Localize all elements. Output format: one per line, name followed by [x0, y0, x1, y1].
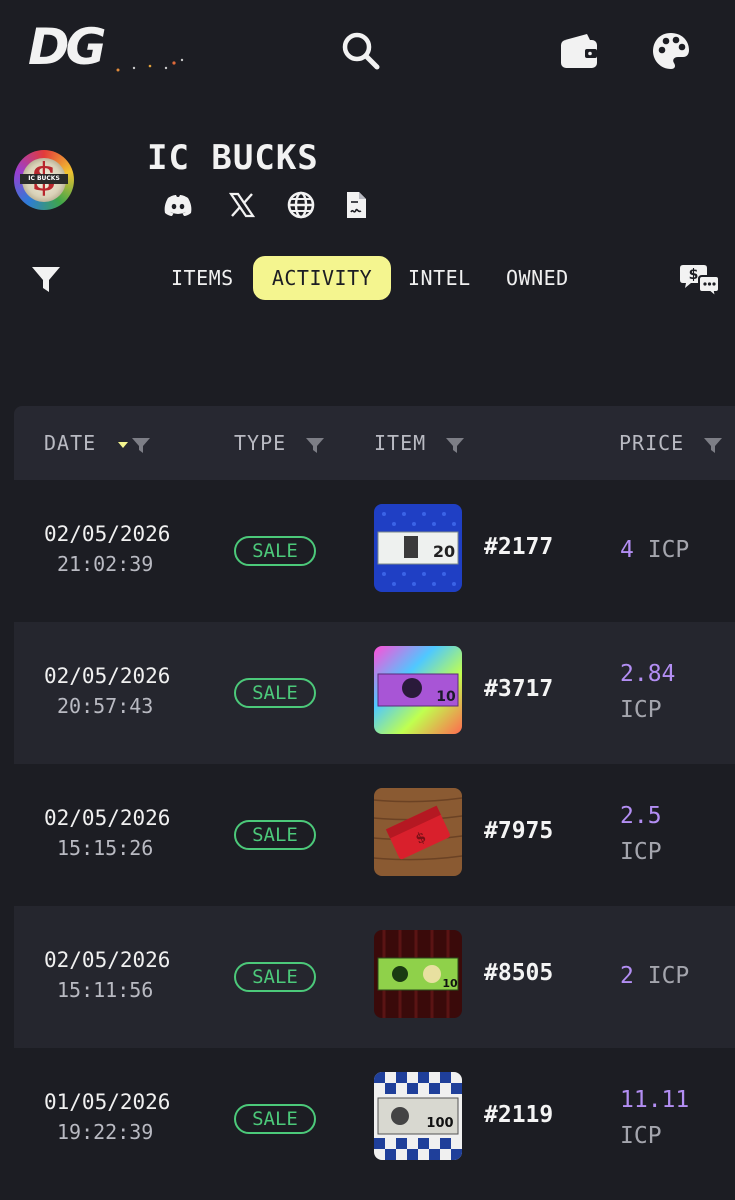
activity-table-header: DATE TYPE ITEM PRICE	[14, 406, 735, 480]
svg-text:10: 10	[442, 977, 458, 990]
row-time: 15:11:56	[57, 978, 154, 1002]
item-id-link[interactable]: #7975	[484, 818, 553, 844]
row-time: 20:57:43	[57, 694, 154, 718]
row-date: 01/05/2026	[44, 1090, 171, 1114]
discord-icon[interactable]	[163, 190, 193, 220]
tab-owned[interactable]: OWNED	[490, 256, 585, 300]
price-unit: ICP	[647, 963, 690, 989]
table-row[interactable]: 02/05/2026 21:02:39 SALE 20 #2177 4 ICP	[14, 480, 735, 622]
nft-thumbnail[interactable]: 10	[374, 930, 462, 1018]
x-logo-icon[interactable]	[227, 190, 257, 220]
column-filter-icon[interactable]	[445, 435, 465, 455]
nft-thumbnail[interactable]: 20	[374, 504, 462, 592]
svg-text:10: 10	[436, 689, 456, 705]
tab-items[interactable]: ITEMS	[155, 256, 250, 300]
price-value: 11.11	[620, 1087, 690, 1113]
avatar-label: IC BUCKS	[20, 174, 68, 184]
row-time: 21:02:39	[57, 552, 154, 576]
nft-thumbnail[interactable]: $	[374, 788, 462, 876]
chat-icon[interactable]: $	[680, 262, 720, 298]
dg-logo[interactable]: DG	[28, 22, 107, 72]
wallet-icon[interactable]	[559, 32, 599, 70]
item-id-link[interactable]: #8505	[484, 960, 553, 986]
table-row[interactable]: 02/05/2026 15:11:56 SALE 10 #8505 2 ICP	[14, 906, 735, 1048]
svg-text:$: $	[689, 267, 699, 283]
row-date: 02/05/2026	[44, 522, 171, 546]
table-row[interactable]: 01/05/2026 19:22:39 SALE 100 #2119 11.11…	[14, 1048, 735, 1190]
filter-icon[interactable]	[30, 264, 62, 296]
collection-title: IC BUCKS	[147, 138, 319, 178]
row-date: 02/05/2026	[44, 806, 171, 830]
column-filter-icon[interactable]	[703, 435, 723, 455]
top-nav: DG	[0, 0, 735, 100]
price-unit: ICP	[620, 1123, 662, 1149]
column-filter-icon[interactable]	[305, 435, 325, 455]
table-row[interactable]: 02/05/2026 15:15:26 SALE $ #7975 2.5 ICP	[14, 764, 735, 906]
palette-icon[interactable]	[650, 30, 692, 72]
sale-badge: SALE	[234, 536, 316, 566]
logo-sparkle-decoration	[116, 58, 184, 72]
tab-intel[interactable]: INTEL	[392, 256, 487, 300]
item-id-link[interactable]: #2177	[484, 534, 553, 560]
row-time: 15:15:26	[57, 836, 154, 860]
price-unit: ICP	[620, 697, 662, 723]
svg-text:100: 100	[426, 1116, 453, 1131]
item-id-link[interactable]: #3717	[484, 676, 553, 702]
item-id-link[interactable]: #2119	[484, 1102, 553, 1128]
sale-badge: SALE	[234, 1104, 316, 1134]
price-value: 2.5	[620, 803, 662, 829]
sort-desc-icon[interactable]	[117, 440, 129, 450]
table-row[interactable]: 02/05/2026 20:57:43 SALE 10 #3717 2.84 I…	[14, 622, 735, 764]
document-icon[interactable]	[341, 190, 371, 220]
globe-icon[interactable]	[286, 190, 316, 220]
collection-avatar: $ IC BUCKS	[14, 150, 74, 210]
row-time: 19:22:39	[57, 1120, 154, 1144]
column-filter-icon[interactable]	[131, 435, 151, 455]
sale-badge: SALE	[234, 678, 316, 708]
nft-thumbnail[interactable]: 10	[374, 646, 462, 734]
column-header-type[interactable]: TYPE	[234, 406, 325, 480]
price-value: 2	[620, 963, 634, 989]
price-unit: ICP	[647, 537, 690, 563]
column-header-item[interactable]: ITEM	[374, 406, 465, 480]
sale-badge: SALE	[234, 820, 316, 850]
column-header-price[interactable]: PRICE	[619, 406, 723, 480]
nft-thumbnail[interactable]: 100	[374, 1072, 462, 1160]
sale-badge: SALE	[234, 962, 316, 992]
row-price: 11.11 ICP	[620, 1082, 689, 1154]
svg-text:20: 20	[433, 542, 455, 561]
search-icon[interactable]	[340, 30, 382, 72]
column-header-date[interactable]: DATE	[44, 406, 151, 480]
row-price: 2 ICP	[620, 958, 689, 994]
price-value: 2.84	[620, 661, 676, 687]
row-price: 2.5 ICP	[620, 798, 662, 870]
row-date: 02/05/2026	[44, 948, 171, 972]
price-value: 4	[620, 537, 634, 563]
row-date: 02/05/2026	[44, 664, 171, 688]
tab-activity[interactable]: ACTIVITY	[253, 256, 391, 300]
row-price: 2.84 ICP	[620, 656, 675, 728]
row-price: 4 ICP	[620, 532, 689, 568]
price-unit: ICP	[620, 839, 662, 865]
